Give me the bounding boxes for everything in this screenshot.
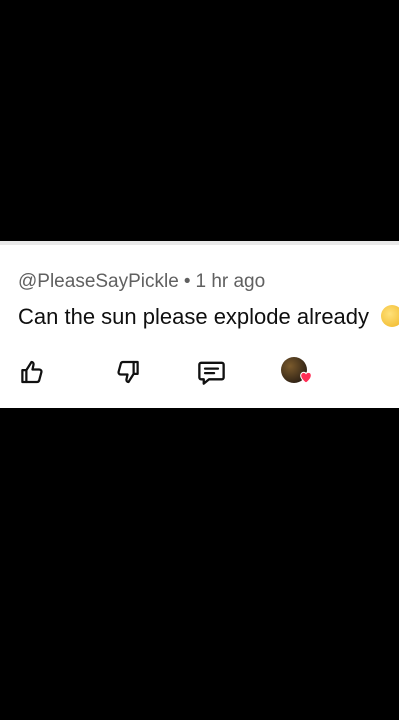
reply-comment-icon [197, 361, 225, 385]
reply-button[interactable] [194, 355, 228, 389]
comment-card: @PleaseSayPickle • 1 hr ago Can the sun pl… [0, 241, 399, 408]
comment-meta: @PleaseSayPickle • 1 hr ago [18, 271, 265, 293]
thumbs-up-icon [21, 360, 43, 384]
comment-text: Can the sun please explode already [18, 304, 370, 329]
creator-heart-button[interactable] [280, 355, 318, 389]
smiling-emoji-icon [381, 305, 399, 327]
comment-body: Can the sun please explode already [18, 304, 399, 330]
video-screen: @PleaseSayPickle • 1 hr ago Can the sun pl… [0, 0, 399, 720]
dislike-button[interactable] [110, 355, 144, 389]
creator-heart-icon [300, 371, 312, 384]
like-button[interactable] [16, 355, 50, 389]
meta-separator: • [183, 271, 191, 292]
comment-actions [0, 355, 399, 395]
comment-time: 1 hr ago [195, 271, 266, 292]
comment-author[interactable]: @PleaseSayPickle [18, 271, 179, 292]
thumbs-down-icon [117, 360, 139, 384]
